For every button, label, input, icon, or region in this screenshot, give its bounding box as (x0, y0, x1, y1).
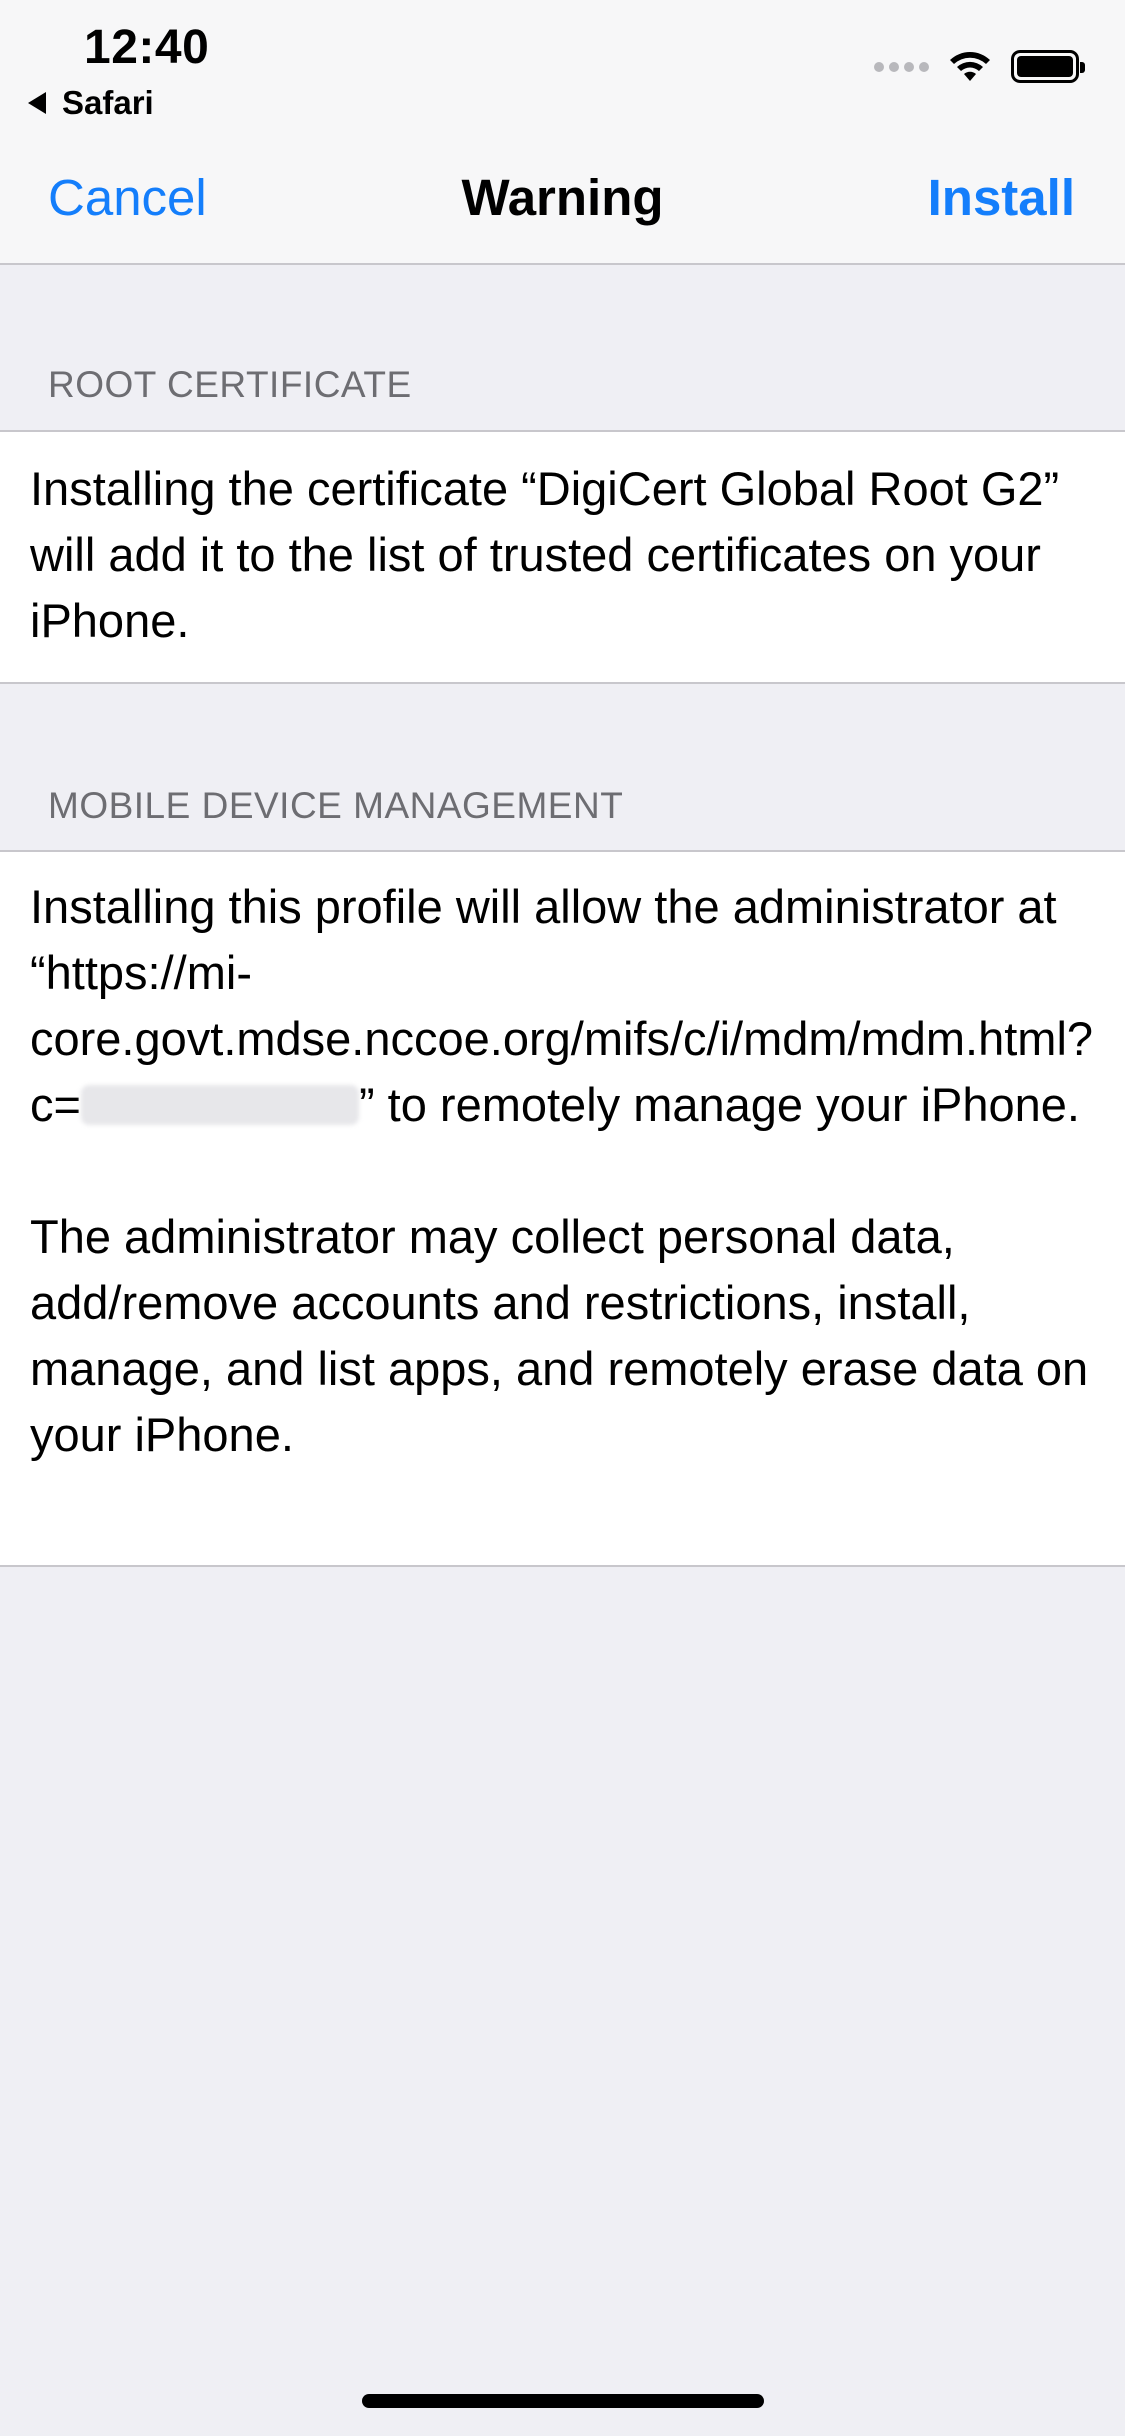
back-app-label: Safari (62, 84, 154, 121)
screen: 12:40 Safari Cancel Warning Install ROOT… (0, 0, 1125, 2436)
back-to-app-button[interactable]: Safari (28, 84, 154, 122)
home-indicator[interactable] (362, 2394, 764, 2408)
navigation-area: 12:40 Safari Cancel Warning Install (0, 0, 1125, 265)
status-time: 12:40 (84, 21, 210, 74)
redacted-value (80, 1085, 359, 1125)
status-icons (869, 50, 1085, 83)
battery-icon (1011, 50, 1085, 83)
install-button[interactable]: Install (928, 168, 1075, 227)
mdm-section: Installing this profile will allow the a… (0, 850, 1125, 1567)
root-certificate-section: Installing the certificate “DigiCert Glo… (0, 430, 1125, 684)
back-triangle-icon (28, 92, 46, 114)
mdm-administrator-text: The administrator may collect personal d… (30, 1210, 1089, 1461)
root-certificate-text: Installing the certificate “DigiCert Glo… (30, 462, 1060, 647)
mdm-description: Installing this profile will allow the a… (30, 874, 1095, 1138)
mdm-text-after: ” to remotely manage your iPhone. (358, 1078, 1080, 1131)
wifi-icon (950, 51, 990, 81)
mdm-header: MOBILE DEVICE MANAGEMENT (48, 785, 624, 826)
root-certificate-header: ROOT CERTIFICATE (48, 364, 412, 405)
cellular-signal-icon (869, 61, 929, 72)
cancel-button[interactable]: Cancel (48, 168, 207, 227)
